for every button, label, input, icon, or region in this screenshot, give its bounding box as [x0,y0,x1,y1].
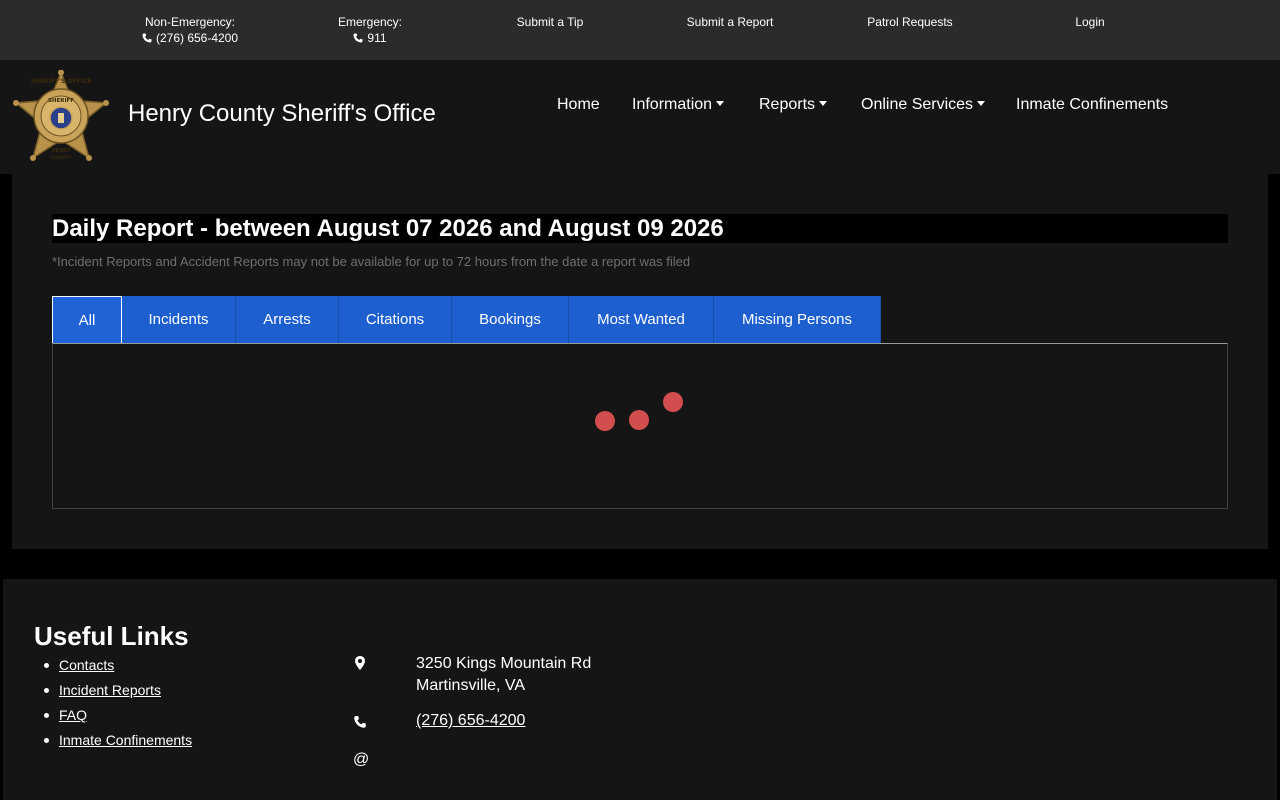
tab-most-wanted[interactable]: Most Wanted [569,296,714,344]
site-header: SHERIFF'S OFFICE SHERIFF HENRY COUNTY He… [0,60,1280,174]
sheriff-badge-logo[interactable]: SHERIFF'S OFFICE SHERIFF HENRY COUNTY [10,70,112,166]
phone-icon [142,33,152,43]
emergency-phone-text: 911 [367,31,387,45]
tab-content-panel [52,343,1228,509]
map-pin-icon [355,656,365,670]
badge-bottom-text-1: HENRY [52,148,71,154]
login-link[interactable]: Login [1065,14,1115,30]
list-item: Contacts [34,655,192,680]
loading-dot [595,411,615,431]
emergency-phone[interactable]: 911 [330,30,410,46]
non-emergency-phone-text: (276) 656-4200 [155,31,239,45]
nav-reports[interactable]: Reports [759,96,828,114]
address-line-1: 3250 Kings Mountain Rd [416,655,592,672]
nav-online-services-label: Online Services [861,96,974,113]
daily-report-panel: Daily Report - between August 07 2026 an… [12,174,1268,549]
badge-bottom-text-2: COUNTY [51,155,73,161]
top-utility-bar: Non-Emergency: (276) 656-4200 Emergency:… [0,0,1280,60]
emergency-contact[interactable]: Emergency: 911 [330,14,410,46]
page-title: Daily Report - between August 07 2026 an… [52,214,1228,243]
list-item: FAQ [34,705,192,730]
tab-all[interactable]: All [52,296,122,344]
link-inmate-confinements[interactable]: Inmate Confinements [59,732,192,748]
badge-top-text: SHERIFF'S OFFICE [31,78,92,85]
loading-dot [663,392,683,412]
nav-reports-label: Reports [759,96,816,113]
list-item: Incident Reports [34,680,192,705]
patrol-requests-link[interactable]: Patrol Requests [860,14,960,30]
non-emergency-contact[interactable]: Non-Emergency: (276) 656-4200 [140,14,240,46]
nav-information-label: Information [632,96,713,113]
nav-online-services[interactable]: Online Services [861,96,986,114]
link-incident-reports[interactable]: Incident Reports [59,682,161,698]
phone-icon [354,716,366,728]
address-line-2: Martinsville, VA [416,677,526,694]
caret-down-icon [716,101,725,106]
footer-address: 3250 Kings Mountain Rd Martinsville, VA [416,653,591,697]
caret-down-icon [819,101,828,106]
nav-information[interactable]: Information [632,96,725,114]
submit-tip-link[interactable]: Submit a Tip [505,14,595,30]
submit-report-link[interactable]: Submit a Report [680,14,780,30]
nav-inmate-confinements[interactable]: Inmate Confinements [1016,96,1168,114]
non-emergency-phone[interactable]: (276) 656-4200 [140,30,240,46]
non-emergency-label: Non-Emergency: [144,15,236,29]
tab-arrests[interactable]: Arrests [236,296,339,344]
main-nav: Home Information Reports Online Services… [0,96,1280,116]
nav-home[interactable]: Home [557,96,600,114]
caret-down-icon [977,101,986,106]
link-faq[interactable]: FAQ [59,707,87,723]
tab-missing-persons[interactable]: Missing Persons [714,296,881,344]
useful-links-list: Contacts Incident Reports FAQ Inmate Con… [34,655,192,755]
availability-note: *Incident Reports and Accident Reports m… [52,254,691,269]
tab-incidents[interactable]: Incidents [122,296,236,344]
emergency-label: Emergency: [337,15,403,29]
link-contacts[interactable]: Contacts [59,657,114,673]
footer-phone-link[interactable]: (276) 656-4200 [416,712,525,730]
loading-dot [629,410,649,430]
list-item: Inmate Confinements [34,730,192,755]
phone-icon [353,33,363,43]
tab-citations[interactable]: Citations [339,296,452,344]
site-footer: Useful Links Contacts Incident Reports F… [3,579,1277,800]
email-icon: @ [353,751,370,768]
tab-bookings[interactable]: Bookings [452,296,569,344]
useful-links-heading: Useful Links [34,621,189,651]
